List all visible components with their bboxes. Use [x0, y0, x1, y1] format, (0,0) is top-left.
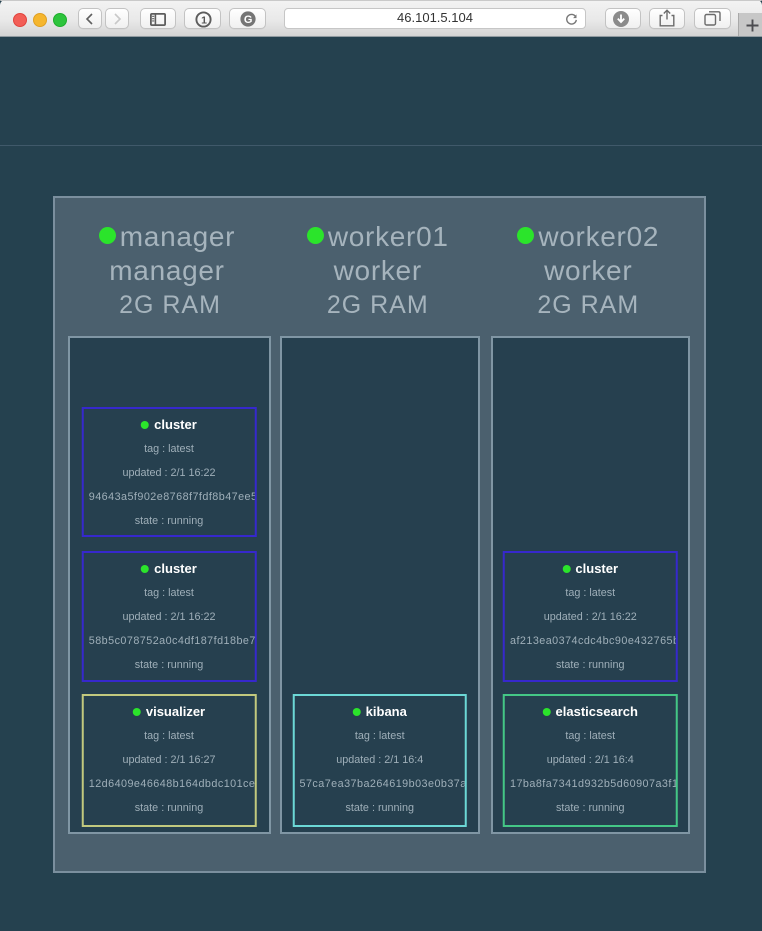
- svg-text:G: G: [244, 14, 253, 26]
- svg-text:1: 1: [201, 14, 207, 26]
